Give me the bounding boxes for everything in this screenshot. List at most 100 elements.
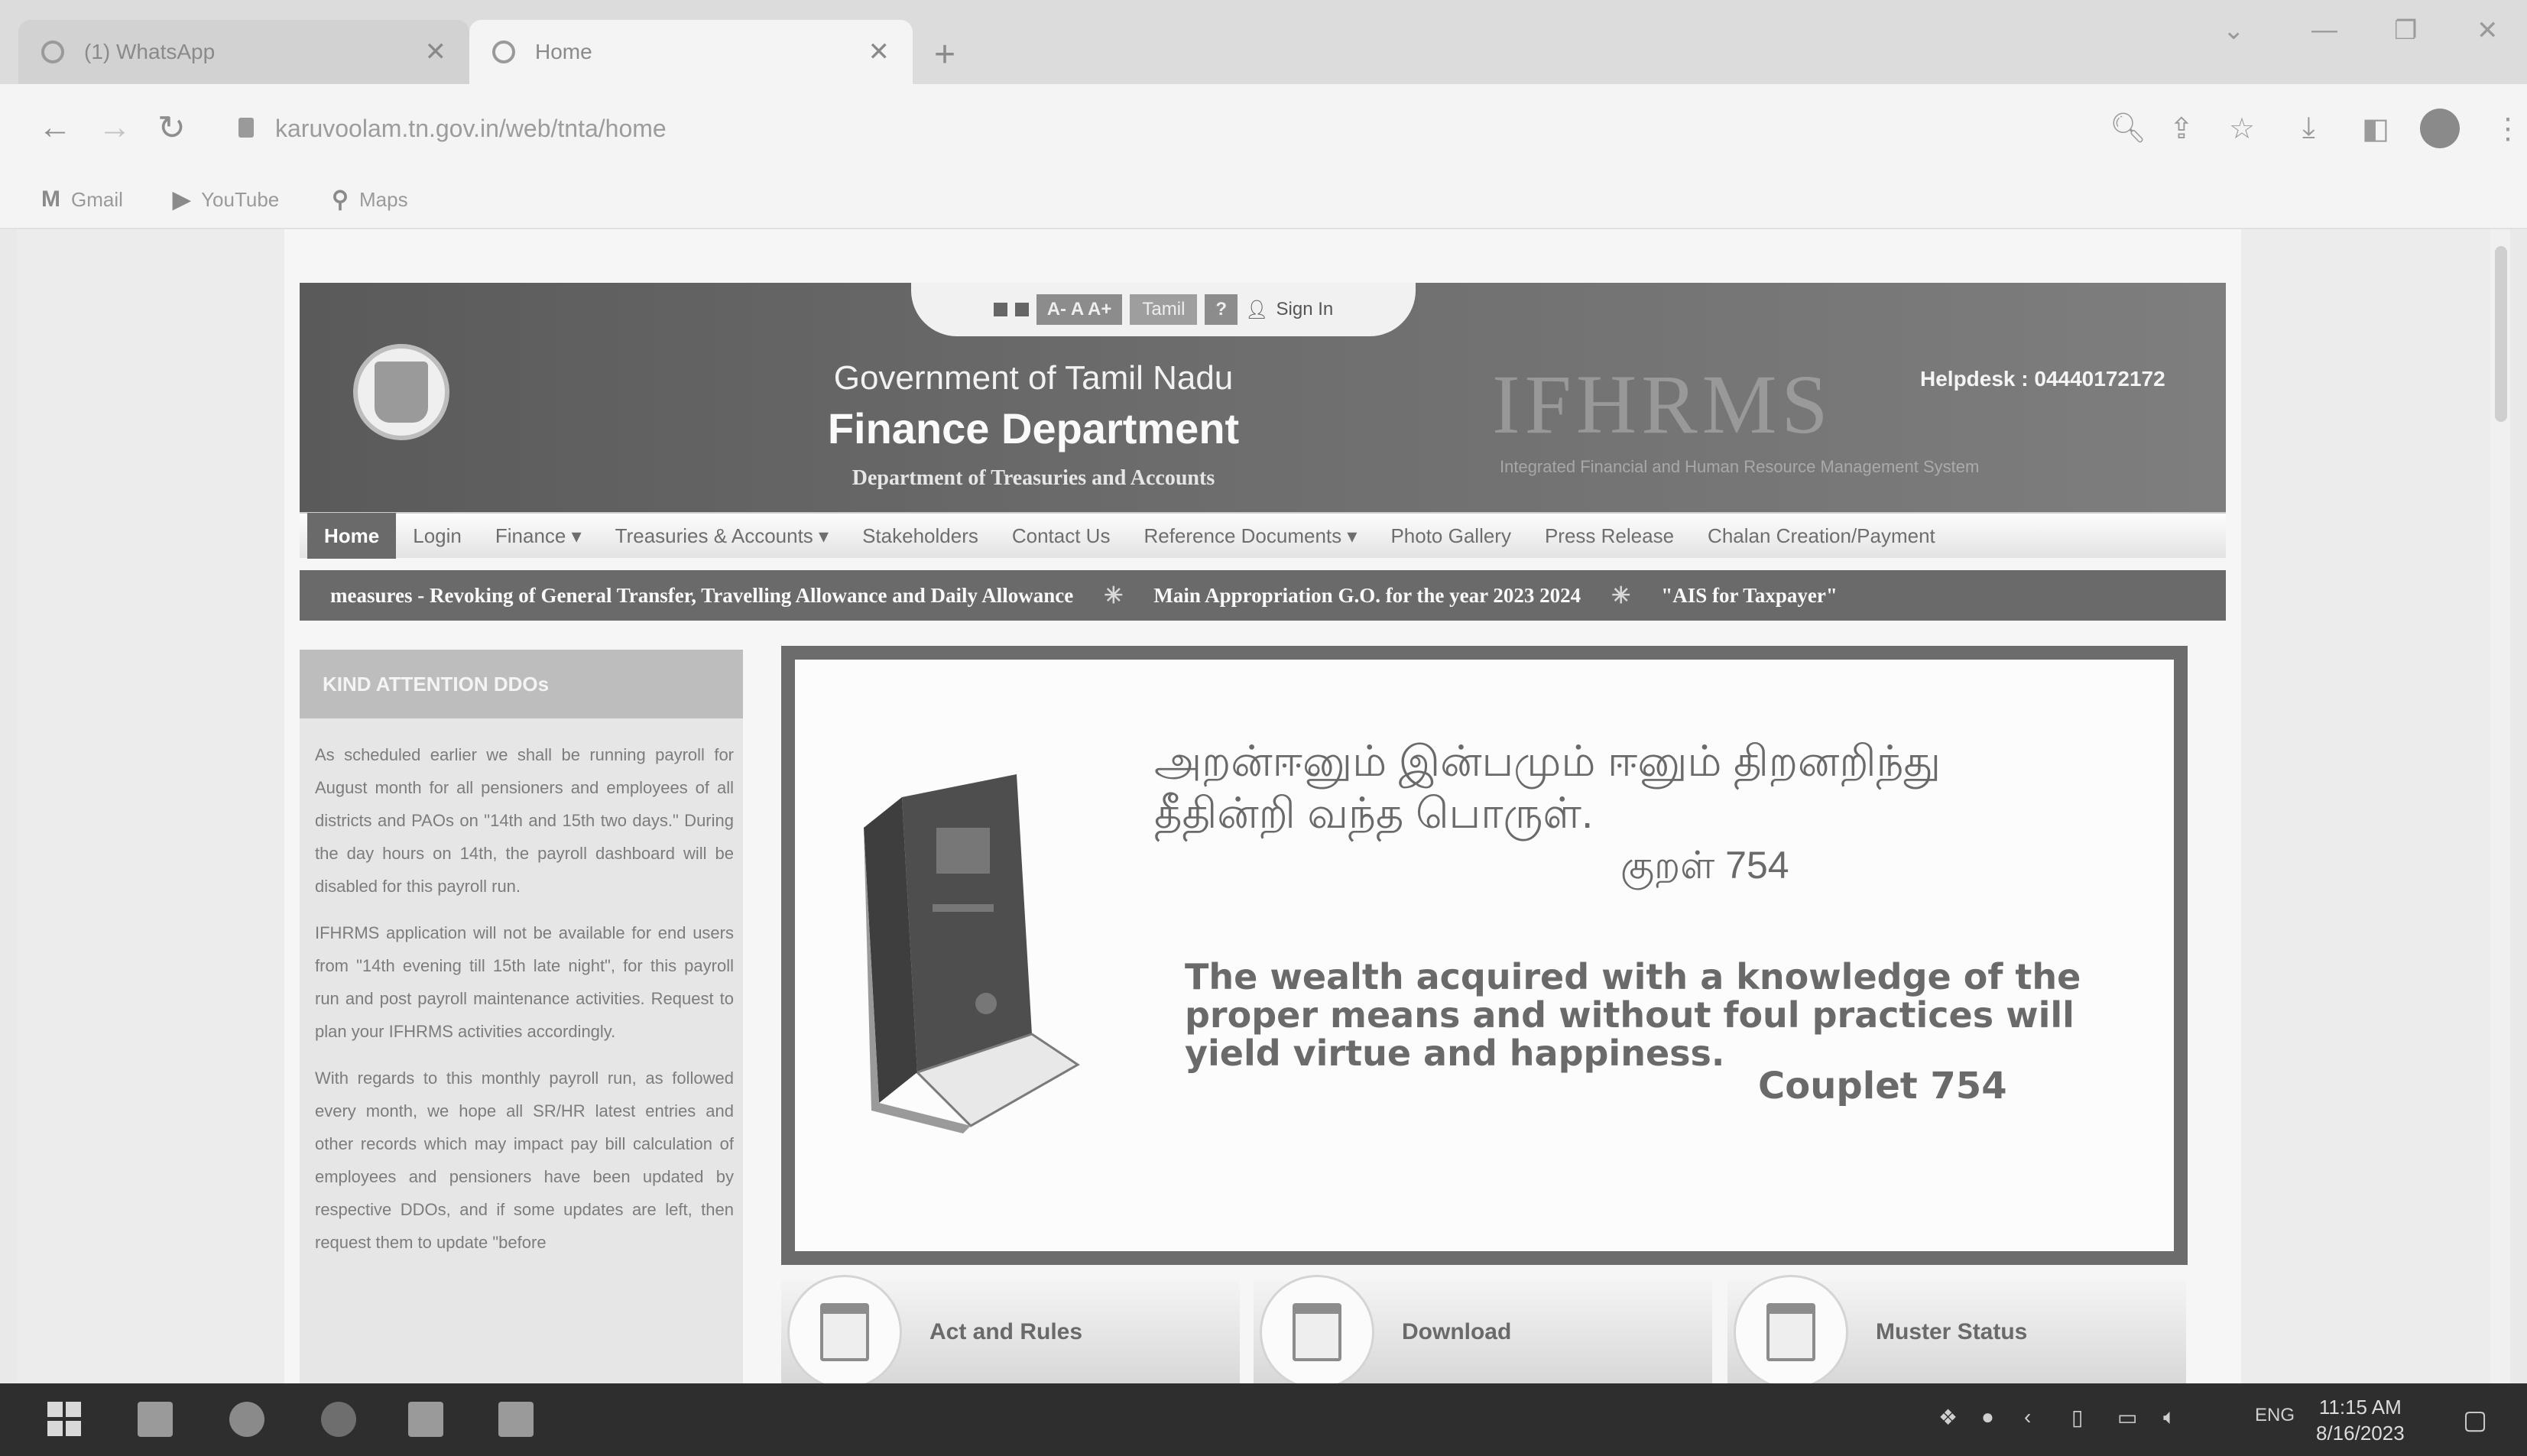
- menu-reference-documents[interactable]: Reference Documents ▾: [1127, 513, 1374, 559]
- slide: அறன்ஈனும் இன்பமும் ஈனும் திறனறிந்து தீதி…: [795, 660, 2174, 1251]
- forward-icon[interactable]: →: [98, 109, 131, 147]
- subdepartment-title: Department of Treasuries and Accounts: [852, 466, 1215, 490]
- wifi-icon[interactable]: ▭: [2117, 1405, 2137, 1430]
- whatsapp-icon: [41, 41, 64, 63]
- profile-avatar[interactable]: [2420, 109, 2460, 148]
- kural-line-2: தீதின்றி வந்த பொருள்.: [1154, 789, 1594, 837]
- share-icon[interactable]: ⇪: [2169, 112, 2194, 146]
- page-scrollbar[interactable]: [2490, 229, 2510, 1383]
- address-bar: ← → ↻ karuvoolam.tn.gov.in/web/tnta/home…: [0, 84, 2527, 176]
- tab-label: (1) WhatsApp: [84, 40, 216, 63]
- ifhrms-subtitle: Integrated Financial and Human Resource …: [1500, 457, 1980, 476]
- maps-icon: ⚲: [332, 187, 349, 212]
- windows-start-icon[interactable]: [47, 1402, 83, 1437]
- browser-tab-strip: (1) WhatsApp ✕ Home ✕ + ⌄ — ❐ ✕: [0, 0, 2527, 84]
- close-tab-icon[interactable]: ✕: [868, 37, 890, 67]
- sparkle-icon: ✳: [1104, 582, 1124, 608]
- quick-link-muster-status[interactable]: Muster Status: [1727, 1274, 2186, 1383]
- quick-link-label: Download: [1402, 1318, 1512, 1344]
- new-tab-button[interactable]: +: [934, 34, 955, 76]
- ifhrms-watermark: IFHRMS: [1492, 358, 1833, 451]
- quick-link-download[interactable]: Download: [1254, 1274, 1712, 1383]
- back-icon[interactable]: ←: [38, 109, 72, 147]
- site-titles: Government of Tamil Nadu Finance Departm…: [613, 283, 1454, 512]
- scroll-thumb[interactable]: [2495, 246, 2507, 422]
- ticker-item[interactable]: "AIS for Taxpayer": [1661, 584, 1838, 608]
- quick-link-label: Muster Status: [1876, 1318, 2028, 1344]
- bookmark-label: YouTube: [201, 188, 280, 211]
- file-explorer-icon[interactable]: [138, 1402, 173, 1437]
- chevron-left-icon[interactable]: ‹: [2024, 1405, 2031, 1429]
- menu-home[interactable]: Home: [307, 513, 397, 559]
- tab-whatsapp[interactable]: (1) WhatsApp ✕: [18, 20, 469, 84]
- language-indicator[interactable]: ENG: [2255, 1405, 2295, 1426]
- close-tab-icon[interactable]: ✕: [425, 37, 447, 67]
- department-title: Finance Department: [827, 404, 1240, 452]
- tab-home[interactable]: Home ✕: [469, 20, 913, 84]
- menu-contact[interactable]: Contact Us: [995, 513, 1127, 559]
- quick-link-label: Act and Rules: [929, 1318, 1083, 1344]
- document-icon: [787, 1274, 902, 1383]
- gmail-icon: M: [41, 186, 60, 212]
- news-ticker: measures - Revoking of General Transfer,…: [300, 570, 2226, 621]
- lock-icon[interactable]: [238, 118, 254, 138]
- clock-date: 8/16/2023: [2316, 1422, 2405, 1445]
- government-title: Government of Tamil Nadu: [833, 359, 1234, 397]
- notice-body: As scheduled earlier we shall be running…: [300, 718, 743, 1259]
- bookmarks-bar: M Gmail ▶ YouTube ⚲ Maps: [0, 176, 2527, 229]
- paint-icon[interactable]: [498, 1402, 534, 1437]
- menu-finance[interactable]: Finance ▾: [478, 513, 598, 559]
- usb-icon[interactable]: ▯: [2071, 1405, 2083, 1430]
- youtube-icon: ▶: [173, 187, 191, 212]
- notice-paragraph: IFHRMS application will not be available…: [315, 923, 734, 1041]
- menu-chalan[interactable]: Chalan Creation/Payment: [1691, 513, 1952, 559]
- bookmark-gmail[interactable]: M Gmail: [41, 186, 123, 212]
- couplet-number: Couplet 754: [1758, 1065, 2007, 1107]
- bookmark-maps[interactable]: ⚲ Maps: [332, 186, 408, 213]
- download-icon[interactable]: ⤓: [2302, 112, 2315, 144]
- chevron-down-icon[interactable]: ⌄: [2223, 15, 2245, 46]
- tab-label: Home: [535, 40, 592, 63]
- kural-line-1: அறன்ஈனும் இன்பமும் ஈனும் திறனறிந்து: [1154, 737, 1941, 785]
- chrome-icon[interactable]: [229, 1402, 264, 1437]
- minimize-icon[interactable]: —: [2311, 15, 2337, 45]
- url-field[interactable]: karuvoolam.tn.gov.in/web/tnta/home: [275, 115, 667, 143]
- side-panel-icon[interactable]: ◧: [2362, 112, 2389, 146]
- quick-link-act-rules[interactable]: Act and Rules: [781, 1274, 1240, 1383]
- menu-stakeholders[interactable]: Stakeholders: [845, 513, 995, 559]
- volume-icon[interactable]: 🔈︎: [2163, 1405, 2176, 1430]
- tn-emblem-logo: [353, 344, 449, 440]
- close-window-icon[interactable]: ✕: [2477, 15, 2499, 46]
- restore-icon[interactable]: ❐: [2394, 15, 2417, 46]
- reload-icon[interactable]: ↻: [157, 109, 186, 148]
- ticker-item[interactable]: Main Appropriation G.O. for the year 202…: [1153, 584, 1581, 608]
- page-viewport: A- A A+ Tamil ? 👤︎ Sign In Government of…: [17, 229, 2510, 1383]
- windows-taskbar: ❖ ● ‹ ▯ ▭ 🔈︎ ENG 11:15 AM 8/16/2023 ▢: [0, 1383, 2527, 1456]
- bookmark-label: Gmail: [71, 187, 123, 211]
- web-page: A- A A+ Tamil ? 👤︎ Sign In Government of…: [284, 229, 2241, 1383]
- security-icon[interactable]: ●: [1981, 1405, 1994, 1429]
- zoom-icon[interactable]: 🔍︎: [2110, 112, 2146, 145]
- menu-dots-icon[interactable]: ⋮: [2493, 112, 2522, 146]
- word-icon[interactable]: [408, 1402, 443, 1437]
- notification-icon[interactable]: ▢: [2463, 1405, 2487, 1435]
- menu-treasuries[interactable]: Treasuries & Accounts ▾: [598, 513, 845, 559]
- menu-press-release[interactable]: Press Release: [1528, 513, 1691, 559]
- edge-icon[interactable]: [321, 1402, 356, 1437]
- bookmark-youtube[interactable]: ▶ YouTube: [173, 186, 279, 213]
- network-icon[interactable]: ❖: [1938, 1405, 1958, 1430]
- ticker-item[interactable]: measures - Revoking of General Transfer,…: [330, 584, 1073, 608]
- taskbar-clock[interactable]: 11:15 AM 8/16/2023: [2316, 1394, 2405, 1446]
- sparkle-icon: ✳: [1611, 582, 1631, 608]
- notice-paragraph: As scheduled earlier we shall be running…: [315, 745, 734, 896]
- star-icon[interactable]: ☆: [2229, 112, 2255, 146]
- book-illustration: [864, 774, 1080, 1133]
- menu-photo-gallery[interactable]: Photo Gallery: [1374, 513, 1528, 559]
- site-header: A- A A+ Tamil ? 👤︎ Sign In Government of…: [300, 283, 2226, 512]
- notice-panel: KIND ATTENTION DDOs As scheduled earlier…: [300, 650, 743, 1383]
- kural-number: குறள் 754: [1620, 844, 1789, 887]
- document-icon: [1734, 1274, 1848, 1383]
- document-icon: [1260, 1274, 1374, 1383]
- menu-login[interactable]: Login: [396, 513, 478, 559]
- kural-translation: The wealth acquired with a knowledge of …: [1185, 956, 2081, 1074]
